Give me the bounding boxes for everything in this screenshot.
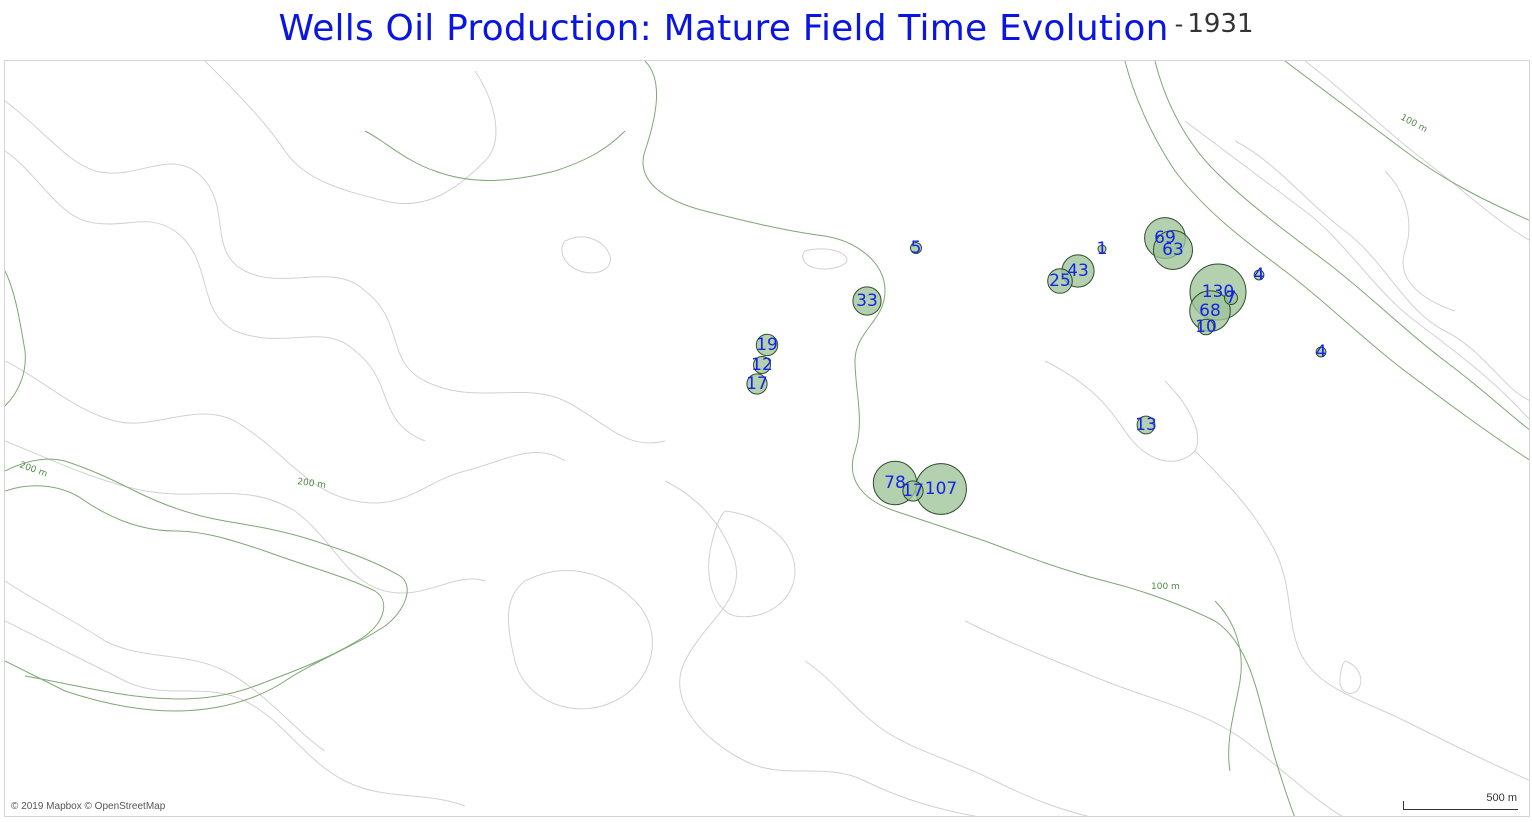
contour-line [5, 360, 566, 504]
contour-line [802, 248, 848, 270]
well-label: 33 [856, 291, 878, 311]
well-label: 13 [1135, 415, 1157, 435]
wells-layer: 5 169634325 413076810433191217137817 107 [746, 217, 1327, 515]
contour-line [1194, 450, 1529, 781]
title-separator: - [1174, 10, 1184, 38]
contour-line [5, 580, 326, 752]
well-label: 25 [1049, 271, 1071, 291]
contour-line [364, 130, 626, 181]
map-view[interactable]: 200 m 200 m 100 m 100 m 5 1 69 63 43 25 4 130 7 6… [4, 60, 1530, 817]
contour-line [204, 61, 497, 205]
contour-line-200m [5, 458, 408, 712]
map-canvas[interactable]: 200 m 200 m 100 m 100 m 5 169634325 413076… [5, 61, 1530, 817]
year-label: 1931 [1187, 9, 1254, 39]
well-label: 12 [751, 355, 773, 375]
contour-line [5, 620, 466, 807]
well-label: 7 [1226, 288, 1237, 308]
contour-line [561, 236, 611, 274]
well-label: 5 [911, 238, 922, 258]
contour-line [964, 620, 1343, 816]
contour-line [804, 660, 1089, 816]
contour-line [1234, 140, 1529, 401]
contour-line [664, 480, 977, 816]
contour-line [1284, 61, 1529, 221]
contour-line [1339, 660, 1362, 694]
contour-label: 200 m [18, 460, 48, 479]
well-label: 10 [1195, 317, 1217, 337]
scale-bar-label: 500 m [1486, 792, 1517, 804]
well-label: 17 [902, 481, 924, 501]
contour-line [1214, 600, 1242, 772]
map-attribution[interactable]: © 2019 Mapbox © OpenStreetMap [11, 801, 165, 812]
contour-line [5, 100, 666, 444]
well-label: 107 [925, 479, 957, 499]
title-bar: Wells Oil Production: Mature Field Time … [0, 0, 1532, 60]
contour-line [507, 570, 653, 710]
contour-line [5, 270, 26, 407]
contour-line [1044, 360, 1199, 462]
well-label: 4 [1254, 265, 1265, 285]
contour-line [708, 510, 796, 618]
well-label: 4 [1316, 342, 1327, 362]
contour-layer: 200 m 200 m 100 m 100 m [5, 61, 1529, 816]
contour-label: 100 m [1399, 113, 1429, 135]
well-label: 19 [756, 335, 778, 355]
contour-label: 100 m [1151, 582, 1180, 592]
contour-line [5, 440, 486, 594]
page-title: Wells Oil Production: Mature Field Time … [278, 8, 1169, 49]
well-label: 1 [1097, 239, 1108, 259]
scale-bar: 500 m [1403, 792, 1519, 810]
contour-line-200m [5, 485, 385, 700]
contour-label: 200 m [297, 477, 327, 491]
well-label: 63 [1162, 240, 1184, 260]
well-label: 17 [746, 374, 768, 394]
contour-line [1384, 170, 1456, 312]
contour-line [1304, 61, 1529, 241]
